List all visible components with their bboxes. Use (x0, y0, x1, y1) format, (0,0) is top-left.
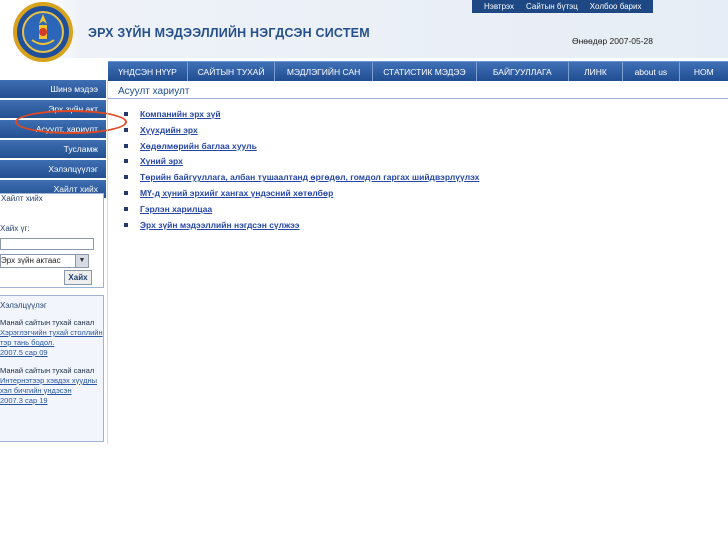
sidebar-item-news[interactable]: Шинэ мэдээ (0, 80, 106, 98)
state-emblem-icon (13, 2, 73, 62)
discussion-panel: Хэлэлцүүлэг Манай сайтын тухай санал Хэр… (0, 295, 104, 442)
search-panel-heading: Хайлт хийх (1, 194, 43, 203)
faq-link-complaints[interactable]: Төрийн байгууллага, албан тушаалтанд өрг… (124, 171, 479, 187)
faq-category-list: Компанийн эрх зүй Хүүхдийн эрх Хөдөлмөри… (124, 108, 479, 234)
faq-link-labor-law[interactable]: Хөдөлмөрийн баглаа хууль (124, 140, 479, 156)
search-input[interactable] (0, 238, 94, 250)
nav-organizations[interactable]: БАЙГУУЛЛАГА (477, 62, 569, 81)
sidebar-item-discussion[interactable]: Хэлэлцүүлэг (0, 160, 106, 178)
highlight-circle (15, 110, 127, 134)
search-panel: Хайлт хийх Хайх үг: Эрх зүйн актаас ▼ Ха… (0, 193, 104, 288)
nav-home[interactable]: ҮНДСЭН НҮҮР (108, 62, 189, 81)
search-scope-select[interactable]: Эрх зүйн актаас ▼ (0, 254, 89, 268)
faq-link-child-rights[interactable]: Хүүхдийн эрх (124, 124, 479, 140)
discussion-entry-date[interactable]: 2007.3 сар 19 (0, 396, 103, 406)
contact-link[interactable]: Холбоо барих (590, 2, 642, 11)
chevron-down-icon[interactable]: ▼ (75, 254, 89, 268)
page-title: Асуулт хариулт (118, 86, 190, 97)
site-title: ЭРХ ЗҮЙН МЭДЭЭЛЛИЙН НЭГДСЭН СИСТЕМ (88, 26, 370, 40)
site-header: ЭРХ ЗҮЙН МЭДЭЭЛЛИЙН НЭГДСЭН СИСТЕМ Нэвтр… (0, 0, 728, 62)
nav-about-us[interactable]: about us (623, 62, 680, 81)
faq-link-human-rights-program[interactable]: МҮ-д хүний эрхийг хангах үндэсний хөтөлб… (124, 187, 479, 203)
top-links: Нэвтрэх Сайтын бүтэц Холбоо барих (472, 0, 654, 13)
faq-link-human-rights[interactable]: Хүний эрх (124, 155, 479, 171)
discussion-entry-title: Манай сайтын тухай санал (0, 318, 95, 327)
discussion-entry-link[interactable]: Хэрэглэгчийн тухай столлийн тэр тань бод… (0, 328, 103, 348)
search-scope-value: Эрх зүйн актаас (1, 256, 61, 265)
nav-knowledge-base[interactable]: МЭДЛЭГИЙН САН (275, 62, 373, 81)
sitemap-link[interactable]: Сайтын бүтэц (526, 2, 578, 11)
faq-link-legal-network[interactable]: Эрх зүйн мэдээллийн нэгдсэн сүлжээ (124, 219, 479, 235)
nav-links[interactable]: ЛИНК (569, 62, 624, 81)
nav-about-site[interactable]: САЙТЫН ТУХАЙ (188, 62, 276, 81)
sidebar-item-help[interactable]: Тусламж (0, 140, 106, 158)
search-label: Хайх үг: (0, 224, 30, 233)
title-divider (108, 98, 728, 99)
nav-statistics[interactable]: СТАТИСТИК МЭДЭЭ (373, 62, 477, 81)
discussion-entry: Манай сайтын тухай санал Хэрэглэгчийн ту… (0, 318, 103, 358)
nav-books[interactable]: НОМ (680, 62, 728, 81)
login-link[interactable]: Нэвтрэх (484, 2, 514, 11)
column-divider (107, 80, 108, 444)
discussion-heading: Хэлэлцүүлэг (0, 301, 47, 310)
discussion-entry: Манай сайтын тухай санал Интернэтээр хэв… (0, 366, 103, 406)
discussion-entry-title: Манай сайтын тухай санал (0, 366, 95, 375)
discussion-entry-date[interactable]: 2007.5 сар 09 (0, 348, 103, 358)
sidebar-menu: Шинэ мэдээ Эрх зүйн акт Асуулт, хариулт … (0, 80, 106, 200)
main-navigation: ҮНДСЭН НҮҮР САЙТЫН ТУХАЙ МЭДЛЭГИЙН САН С… (108, 61, 728, 81)
faq-link-family-relations[interactable]: Гэрлэн харилцаа (124, 203, 479, 219)
faq-link-company-law[interactable]: Компанийн эрх зүй (124, 108, 479, 124)
current-date: Өнөөдөр 2007-05-28 (572, 36, 654, 46)
discussion-entry-link[interactable]: Интернэтээр хэвдэх хүүдны хэл бичгийн үн… (0, 376, 103, 396)
search-button[interactable]: Хайх (64, 270, 92, 285)
